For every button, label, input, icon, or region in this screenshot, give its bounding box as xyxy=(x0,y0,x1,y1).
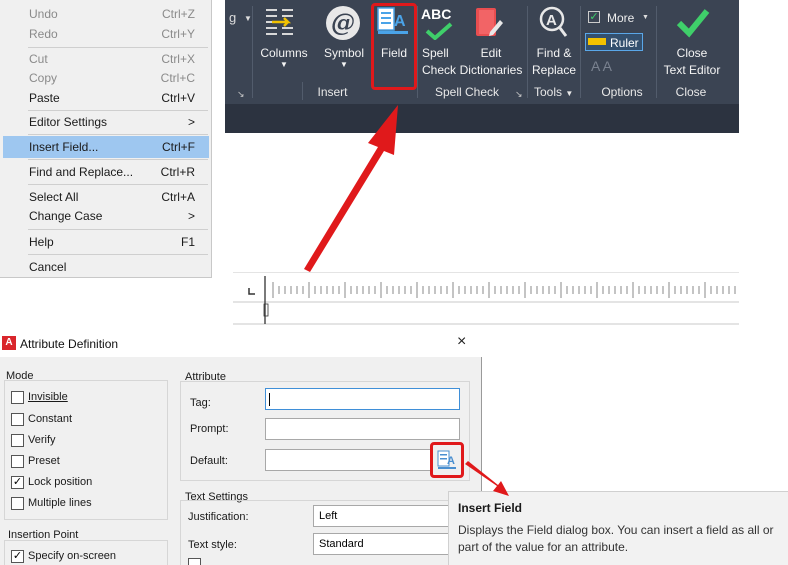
menu-separator xyxy=(28,254,208,255)
abc-label: ABC xyxy=(421,6,452,22)
more-checkbox-icon[interactable]: ✓ xyxy=(588,11,600,23)
find-replace-icon: A xyxy=(538,6,568,38)
menu-separator xyxy=(28,134,208,135)
lock-position-checkbox[interactable]: ✓ xyxy=(11,476,24,489)
ribbon-divider xyxy=(252,6,253,98)
spell-check-button[interactable]: Spell Check xyxy=(418,46,456,77)
tag-input[interactable] xyxy=(265,388,460,410)
lock-position-label: Lock position xyxy=(28,476,93,488)
menu-item-paste[interactable]: Paste Ctrl+V xyxy=(3,87,209,109)
default-label: Default: xyxy=(190,455,228,467)
chevron-down-icon[interactable]: ▼ xyxy=(339,60,349,69)
ruler-label: Ruler xyxy=(610,36,639,50)
dictionary-icon xyxy=(474,6,504,40)
find-replace-button[interactable]: Find & Replace xyxy=(530,46,578,77)
multiple-lines-checkbox[interactable] xyxy=(11,497,24,510)
menu-separator xyxy=(28,184,208,185)
constant-checkbox[interactable] xyxy=(11,413,24,426)
specify-on-screen-label: Specify on-screen xyxy=(28,550,117,562)
dialog-title: Attribute Definition xyxy=(20,337,119,351)
prompt-input[interactable] xyxy=(265,418,460,440)
field-highlight-box xyxy=(371,3,417,90)
panel-launcher-icon[interactable]: ↘ xyxy=(237,89,245,100)
annotation-arrow-small xyxy=(463,460,513,500)
more-button[interactable]: More xyxy=(607,11,634,25)
constant-label: Constant xyxy=(28,413,73,425)
edit-dictionaries-button[interactable]: Edit Dictionaries xyxy=(456,46,526,77)
check-icon xyxy=(424,22,454,41)
prompt-label: Prompt: xyxy=(190,423,229,435)
symbol-button[interactable]: Symbol xyxy=(318,46,370,60)
menu-item-cancel[interactable]: Cancel xyxy=(3,256,209,278)
invisible-label: Invisible xyxy=(28,391,68,403)
annotative-checkbox[interactable] xyxy=(188,558,201,565)
menu-separator xyxy=(28,229,208,230)
justification-select[interactable]: Left xyxy=(313,505,463,527)
autocad-logo-icon: A xyxy=(2,336,16,350)
close-text-editor-button[interactable]: Close Text Editor xyxy=(657,46,727,77)
text-style-select[interactable]: Standard xyxy=(313,533,463,555)
panel-title-spell-check: Spell Check xyxy=(434,85,500,99)
context-menu: Undo Ctrl+Z Redo Ctrl+Y Cut Ctrl+X Copy Ctrl… xyxy=(0,0,212,278)
text-cursor xyxy=(269,393,270,406)
preset-checkbox[interactable] xyxy=(11,455,24,468)
ruler-icon xyxy=(588,38,606,45)
text-size-icon: A A xyxy=(591,58,613,74)
menu-item-help[interactable]: Help F1 xyxy=(3,231,209,253)
columns-button[interactable]: Columns xyxy=(256,46,312,60)
chevron-down-icon[interactable]: ▼ xyxy=(642,14,649,21)
default-input[interactable] xyxy=(265,449,433,471)
insert-field-tooltip: Insert Field Displays the Field dialog b… xyxy=(448,491,788,565)
tooltip-body: Displays the Field dialog box. You can i… xyxy=(458,523,774,554)
panel-title-tools[interactable]: Tools ▼ xyxy=(534,85,573,99)
columns-icon xyxy=(264,6,296,42)
verify-label: Verify xyxy=(28,434,56,446)
menu-item-find-replace[interactable]: Find and Replace... Ctrl+R xyxy=(3,161,209,183)
panel-launcher-icon[interactable]: ↘ xyxy=(515,89,523,100)
justification-label: Justification: xyxy=(188,511,249,523)
menu-item-undo[interactable]: Undo Ctrl+Z xyxy=(3,3,209,25)
menu-item-editor-settings[interactable]: Editor Settings > xyxy=(3,111,209,133)
text-ruler xyxy=(233,271,739,326)
chevron-down-icon[interactable]: ▼ xyxy=(279,60,289,69)
chevron-down-icon: ▼ xyxy=(565,89,574,98)
tooltip-title: Insert Field xyxy=(458,501,523,515)
close-check-icon xyxy=(676,8,710,38)
menu-item-copy[interactable]: Copy Ctrl+C xyxy=(3,67,209,89)
chevron-down-icon[interactable]: ▼ xyxy=(244,14,252,23)
menu-item-change-case[interactable]: Change Case > xyxy=(3,205,209,227)
menu-item-redo[interactable]: Redo Ctrl+Y xyxy=(3,23,209,45)
text-style-label: Text style: xyxy=(188,539,237,551)
menu-item-insert-field[interactable]: Insert Field... Ctrl+F xyxy=(3,136,209,158)
panel-title-close: Close xyxy=(675,85,707,99)
panel-title-options: Options xyxy=(601,85,643,99)
ribbon-divider xyxy=(527,6,528,98)
preset-label: Preset xyxy=(28,455,60,467)
invisible-checkbox[interactable] xyxy=(11,391,24,404)
multiple-lines-label: Multiple lines xyxy=(28,497,92,509)
ribbon-divider xyxy=(580,6,581,98)
ribbon-partial-label: g xyxy=(229,10,237,25)
verify-checkbox[interactable] xyxy=(11,434,24,447)
at-symbol-icon: @ xyxy=(326,6,360,40)
annotation-arrow xyxy=(290,85,430,275)
svg-text:A: A xyxy=(546,12,557,29)
tag-label: Tag: xyxy=(190,397,211,409)
menu-separator xyxy=(28,159,208,160)
specify-on-screen-checkbox[interactable]: ✓ xyxy=(11,550,24,563)
insert-field-highlight-box xyxy=(430,442,464,478)
close-icon[interactable]: × xyxy=(457,333,466,351)
